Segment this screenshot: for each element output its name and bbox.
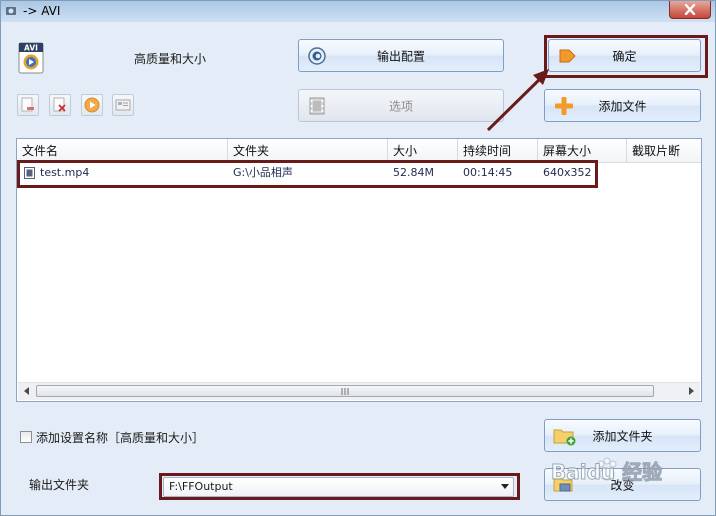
output-config-button[interactable]: 输出配置 bbox=[298, 39, 504, 72]
add-file-button[interactable]: 添加文件 bbox=[544, 89, 701, 122]
remove-button[interactable] bbox=[17, 94, 39, 116]
close-button[interactable] bbox=[669, 1, 711, 19]
grip-icon bbox=[341, 388, 349, 395]
output-config-label: 输出配置 bbox=[376, 49, 425, 63]
info-icon bbox=[115, 99, 131, 111]
column-header-clip[interactable]: 截取片断 bbox=[627, 139, 701, 162]
file-list[interactable]: 文件名 文件夹 大小 持续时间 屏幕大小 截取片断 test.mp4 G:\小品… bbox=[16, 138, 702, 402]
profile-name: 高质量和大小 bbox=[134, 52, 207, 66]
app-window: -> AVI AVI 高质量和大小 输出配置 确定 选项 添加文件 文件名 文件… bbox=[0, 0, 716, 516]
remove-icon bbox=[21, 97, 34, 112]
close-icon bbox=[684, 4, 696, 15]
ok-label: 确定 bbox=[612, 49, 637, 63]
ok-button[interactable]: 确定 bbox=[548, 39, 701, 72]
add-file-label: 添加文件 bbox=[598, 99, 647, 113]
window-title: -> AVI bbox=[23, 4, 61, 18]
output-folder-select[interactable]: F:\FFOutput bbox=[163, 477, 514, 497]
video-file-icon bbox=[24, 167, 35, 179]
delete-button[interactable] bbox=[49, 94, 71, 116]
cell-duration: 00:14:45 bbox=[463, 166, 513, 179]
cell-clip bbox=[627, 163, 701, 183]
info-button[interactable] bbox=[112, 94, 134, 116]
annotation-arrow bbox=[486, 69, 549, 132]
cell-screen-size: 640x352 bbox=[543, 166, 592, 179]
scroll-right-icon[interactable] bbox=[685, 385, 697, 397]
title-bar[interactable]: -> AVI bbox=[1, 1, 715, 22]
play-button[interactable] bbox=[81, 94, 103, 116]
add-setting-label[interactable]: 添加设置名称［高质量和大小］ bbox=[36, 429, 204, 446]
play-icon bbox=[84, 97, 100, 113]
output-folder-label: 输出文件夹 bbox=[29, 478, 90, 492]
column-header-filename[interactable]: 文件名 bbox=[17, 139, 228, 162]
watermark-text: Baidu 经验 bbox=[550, 460, 663, 485]
baidu-watermark: Baidu 经验 bbox=[549, 450, 689, 500]
column-header-folder[interactable]: 文件夹 bbox=[228, 139, 388, 162]
chevron-down-icon[interactable] bbox=[501, 484, 509, 489]
scroll-left-icon[interactable] bbox=[21, 385, 33, 397]
cell-filename: test.mp4 bbox=[40, 166, 90, 179]
horizontal-scrollbar[interactable] bbox=[18, 382, 700, 400]
cell-folder: G:\小品相声 bbox=[233, 166, 293, 179]
add-folder-button[interactable]: 添加文件夹 bbox=[544, 419, 701, 452]
output-folder-value: F:\FFOutput bbox=[169, 480, 233, 493]
svg-text:AVI: AVI bbox=[24, 44, 38, 53]
column-header-size[interactable]: 大小 bbox=[388, 139, 458, 162]
column-header-screen-size[interactable]: 屏幕大小 bbox=[538, 139, 627, 162]
delete-icon bbox=[53, 97, 66, 112]
avi-file-icon: AVI bbox=[18, 42, 44, 74]
cell-size: 52.84M bbox=[393, 166, 434, 179]
list-header: 文件名 文件夹 大小 持续时间 屏幕大小 截取片断 bbox=[17, 139, 701, 163]
options-button[interactable]: 选项 bbox=[298, 89, 504, 122]
scrollbar-thumb[interactable] bbox=[36, 385, 654, 397]
options-label: 选项 bbox=[388, 99, 413, 113]
add-setting-checkbox[interactable] bbox=[20, 431, 32, 443]
table-row[interactable]: test.mp4 G:\小品相声 52.84M 00:14:45 640x352 bbox=[17, 163, 701, 183]
column-header-duration[interactable]: 持续时间 bbox=[458, 139, 538, 162]
add-folder-label: 添加文件夹 bbox=[592, 429, 653, 443]
app-icon bbox=[6, 7, 16, 15]
